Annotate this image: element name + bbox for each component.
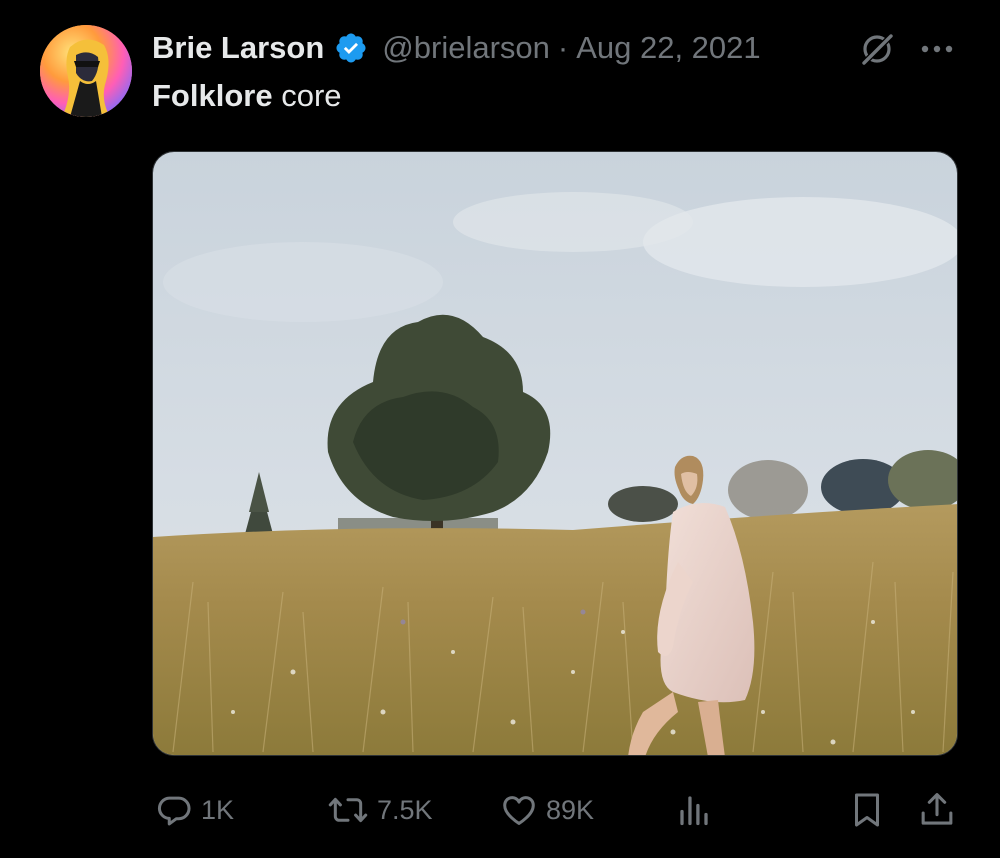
tweet-text: Folklore core	[152, 78, 342, 114]
tweet-header: Brie Larson @brielarson · Aug 22, 2021	[152, 26, 761, 70]
reply-button[interactable]: 1K	[155, 784, 234, 836]
more-icon[interactable]	[918, 34, 956, 64]
heart-icon	[500, 791, 538, 829]
reply-icon	[155, 791, 193, 829]
retweet-button[interactable]: 7.5K	[327, 784, 433, 836]
share-button[interactable]	[918, 784, 956, 836]
tweet-text-rest: core	[272, 78, 342, 113]
bookmark-button[interactable]	[849, 784, 885, 836]
grok-icon[interactable]	[857, 29, 897, 69]
share-icon	[918, 790, 956, 830]
tweet-photo[interactable]	[152, 151, 958, 756]
header-separator: ·	[557, 30, 569, 65]
author-handle[interactable]: @brielarson	[382, 30, 550, 66]
like-button[interactable]: 89K	[500, 784, 594, 836]
analytics-icon	[676, 791, 712, 829]
retweet-count: 7.5K	[377, 794, 433, 825]
reply-count: 1K	[201, 794, 235, 825]
like-count: 89K	[546, 794, 595, 825]
tweet: Brie Larson @brielarson · Aug 22, 2021 F…	[0, 0, 1000, 858]
author-name[interactable]: Brie Larson	[152, 30, 324, 66]
verified-badge-icon[interactable]	[334, 31, 368, 65]
views-button[interactable]	[676, 784, 712, 836]
tweet-date[interactable]: Aug 22, 2021	[576, 30, 760, 66]
retweet-icon	[327, 791, 369, 829]
tweet-text-bold: Folklore	[152, 78, 273, 113]
tweet-actions: 1K 7.5K 89K	[0, 784, 1000, 836]
bookmark-icon	[849, 790, 885, 830]
avatar[interactable]	[40, 25, 132, 117]
